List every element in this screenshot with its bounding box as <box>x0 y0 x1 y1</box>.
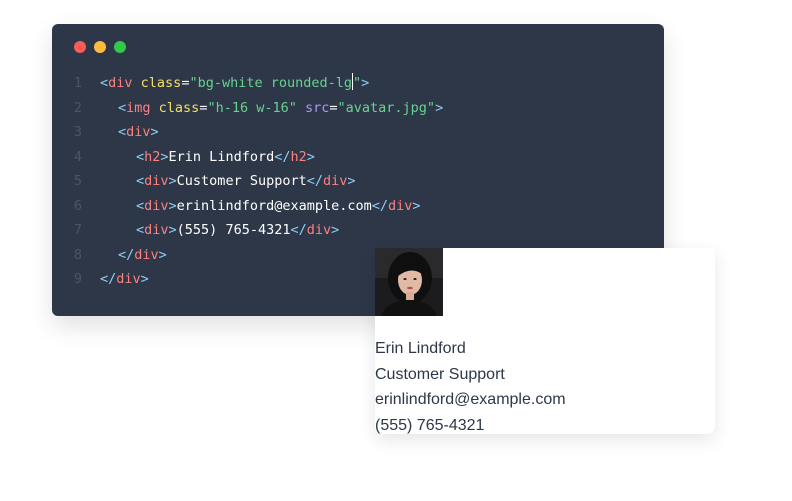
code-line: 5 <div>Customer Support</div> <box>52 169 664 194</box>
close-dot-icon[interactable] <box>74 41 86 53</box>
code-line: 3 <div> <box>52 120 664 145</box>
maximize-dot-icon[interactable] <box>114 41 126 53</box>
code-content: <div>erinlindford@example.com</div> <box>136 197 421 214</box>
code-content: <div class="bg-white rounded-lg"> <box>100 73 370 91</box>
code-line: 6 <div>erinlindford@example.com</div> <box>52 194 664 219</box>
line-number: 3 <box>73 124 82 140</box>
profile-role: Customer Support <box>375 365 505 383</box>
line-number: 2 <box>73 99 82 116</box>
line-number: 6 <box>73 197 82 214</box>
line-number: 8 <box>73 246 82 263</box>
code-line: 7 <div>(555) 765-4321</div> <box>52 218 664 243</box>
stage: 1 <div class="bg-white rounded-lg"> 2 <i… <box>0 0 792 501</box>
line-number: 1 <box>73 75 82 91</box>
code-line: 4 <h2>Erin Lindford</h2> <box>52 145 664 170</box>
code-content: <img class="h-16 w-16" src="avatar.jpg"> <box>118 99 444 116</box>
code-content: <div>(555) 765-4321</div> <box>136 222 340 238</box>
code-content: </div> <box>100 271 149 287</box>
avatar <box>375 248 443 316</box>
line-number: 5 <box>73 173 82 189</box>
profile-phone: (555) 765-4321 <box>375 416 485 434</box>
avatar-image <box>375 248 443 316</box>
profile-info: Erin Lindford Customer Support erinlindf… <box>375 336 566 438</box>
window-controls <box>74 41 126 53</box>
code-content: <h2>Erin Lindford</h2> <box>136 148 315 165</box>
profile-card-preview: Erin Lindford Customer Support erinlindf… <box>375 248 715 434</box>
code-line: 1 <div class="bg-white rounded-lg"> <box>52 71 664 96</box>
line-number: 4 <box>73 148 82 165</box>
code-content: </div> <box>118 246 167 263</box>
minimize-dot-icon[interactable] <box>94 41 106 53</box>
code-content: <div>Customer Support</div> <box>136 173 356 189</box>
line-number: 7 <box>73 222 82 238</box>
profile-name: Erin Lindford <box>375 340 466 357</box>
code-content: <div> <box>118 124 159 140</box>
line-number: 9 <box>73 271 82 287</box>
profile-email: erinlindford@example.com <box>375 391 566 408</box>
code-line: 2 <img class="h-16 w-16" src="avatar.jpg… <box>52 96 664 121</box>
